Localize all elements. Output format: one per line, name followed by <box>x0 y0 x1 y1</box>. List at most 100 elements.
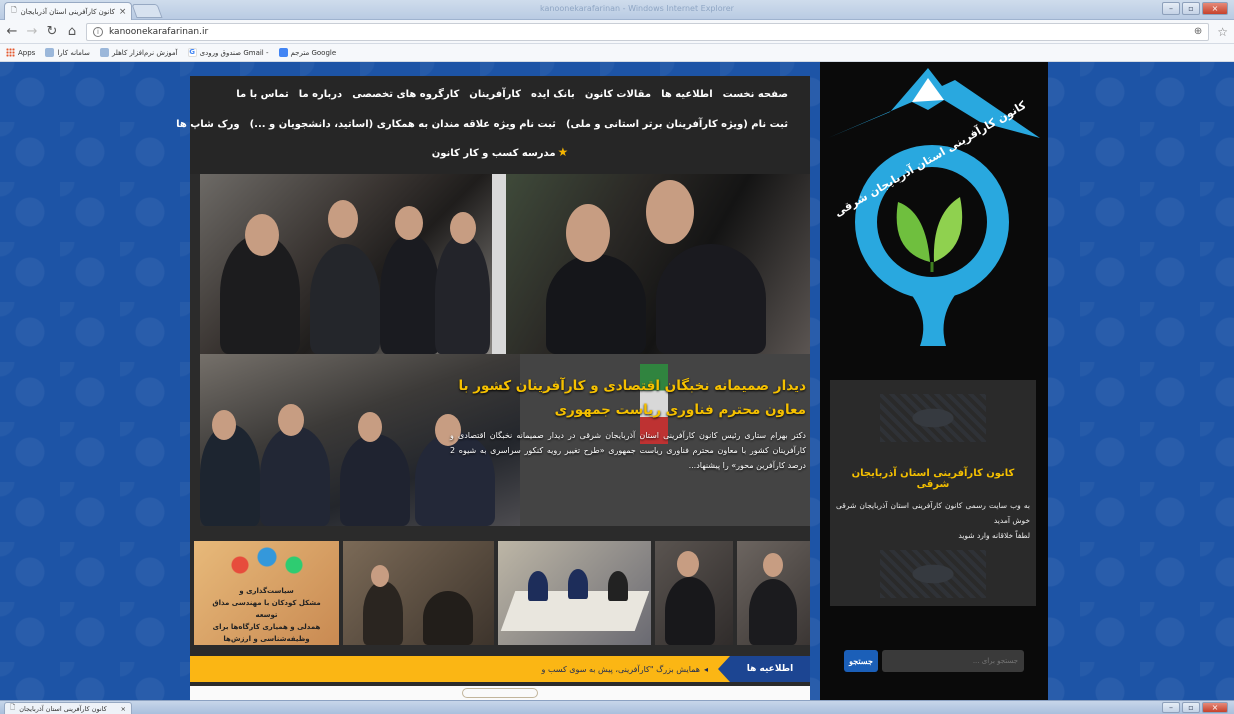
page-icon <box>45 48 55 57</box>
menu-item-announcements[interactable]: اطلاعیه ها <box>661 89 713 100</box>
close-tab-icon[interactable]: × <box>121 705 126 713</box>
menu-item-idea-bank[interactable]: بانک ایده <box>531 89 575 100</box>
poster-graphic <box>222 545 312 585</box>
window-title: kanoonekarafarinan - Windows Internet Ex… <box>540 4 734 13</box>
new-tab-button[interactable] <box>131 4 163 18</box>
menu-item-articles[interactable]: مقالات کانون <box>585 89 651 100</box>
info-icon[interactable]: i <box>93 26 103 37</box>
maximize-button[interactable]: ▫ <box>1182 2 1200 15</box>
bookmark-item[interactable]: آموزش نرم‌افزار کاهلر <box>99 48 178 57</box>
welcome-box: کانون کارآفرینی استان آذربایجان شرقی به … <box>830 380 1036 606</box>
google-icon: G <box>187 48 197 57</box>
page-icon <box>99 48 109 57</box>
ornament-tile-bottom <box>880 550 986 598</box>
welcome-text: به وب سایت رسمی کانون کارآفرینی استان آذ… <box>836 501 1030 525</box>
poster-line: همدلی و همیاری کارگاه‌ها برای وظیفه‌شناس… <box>212 623 321 643</box>
news-label: اطلاعیه ها <box>718 656 810 682</box>
menu-row-3: ★مدرسه کسب و کار کانون <box>212 140 788 164</box>
menu-item-register-entrepreneurs[interactable]: ثبت نام (ویژه کارآفرینان برتر استانی و م… <box>566 119 788 130</box>
hero-body: دکتر بهرام ستاری رئیس کانون کارآفرینی اس… <box>450 431 806 470</box>
window-controls: – ▫ × <box>1162 2 1228 15</box>
menu-row-1: صفحه نخست اطلاعیه ها مقالات کانون بانک ا… <box>212 82 788 106</box>
page-icon: 🗋 <box>11 6 17 14</box>
taskbar-window-controls: – ▫ × <box>1162 702 1228 713</box>
menu-item-business-school[interactable]: ★مدرسه کسب و کار کانون <box>432 145 569 159</box>
browser-tab[interactable]: 🗋 کانون کارآفرینی استان آذربایجان × <box>4 2 132 20</box>
menu-item-workshops[interactable]: ورک شاپ ها <box>176 119 240 130</box>
bookmark-item[interactable]: سامانه کارا <box>45 48 90 57</box>
bookmark-label: صندوق ورودی Gmail - <box>199 48 269 57</box>
maximize-button[interactable]: ▫ <box>1182 702 1200 713</box>
thumbnail-meeting[interactable] <box>343 541 495 645</box>
apps-grid-icon <box>6 48 15 57</box>
menu-item-contact[interactable]: تماس با ما <box>236 89 288 100</box>
close-tab-icon[interactable]: × <box>119 7 127 17</box>
news-ticker-item[interactable]: ◂ همایش بزرگ "کارآفرینی، پیش به سوی کسب … <box>542 656 730 682</box>
thumbnail-meeting[interactable] <box>655 541 733 645</box>
page-background: صفحه نخست اطلاعیه ها مقالات کانون بانک ا… <box>0 62 1234 700</box>
news-ticker: اطلاعیه ها ◂ همایش بزرگ "کارآفرینی، پیش … <box>190 656 810 682</box>
meeting-photo <box>200 174 492 354</box>
search-input[interactable] <box>882 650 1024 672</box>
meeting-photo <box>506 174 810 354</box>
bookmark-item[interactable]: مترجم Google <box>278 48 337 57</box>
close-window-button[interactable]: × <box>1202 702 1228 713</box>
minimize-button[interactable]: – <box>1162 702 1180 713</box>
main-column: صفحه نخست اطلاعیه ها مقالات کانون بانک ا… <box>176 76 811 700</box>
menu-item-home[interactable]: صفحه نخست <box>723 89 788 100</box>
browser-toolbar: ← → ↻ ⌂ i kanoonekarafarinan.ir ⊕ ☆ <box>0 20 1234 44</box>
menu-item-label: مدرسه کسب و کار کانون <box>431 148 556 159</box>
menu-row-2: ثبت نام (ویژه کارآفرینان برتر استانی و م… <box>176 112 788 136</box>
bookmark-label: مترجم Google <box>290 48 337 57</box>
taskbar-tab-title: کانون کارآفرینی استان آذربایجان <box>19 704 107 713</box>
hero-slider[interactable]: دیدار صمیمانه نخبگان اقتصادی و کارآفرینا… <box>200 174 810 526</box>
search-form: جستجو <box>844 650 1024 672</box>
browser-titlebar: 🗋 کانون کارآفرینی استان آذربایجان × kano… <box>0 0 1234 20</box>
thumbnail-meeting[interactable] <box>498 541 652 645</box>
poster-text: سیاست‌گذاری و مشکل کودکان با مهندسی مذاق… <box>204 585 329 643</box>
bookmark-star-icon[interactable]: ☆ <box>1217 25 1228 39</box>
slider-thumbnails: سیاست‌گذاری و مشکل کودکان با مهندسی مذاق… <box>194 541 811 645</box>
menu-item-entrepreneurs[interactable]: کارآفرینان <box>469 89 521 100</box>
bookmark-label: سامانه کارا <box>57 48 90 57</box>
forward-icon[interactable]: → <box>26 24 38 39</box>
star-icon: ★ <box>557 145 569 159</box>
search-button[interactable]: جستجو <box>844 650 878 672</box>
back-icon[interactable]: ← <box>6 24 18 39</box>
bookmark-apps[interactable]: Apps <box>6 48 35 57</box>
menu-item-about[interactable]: درباره ما <box>299 89 343 100</box>
menu-item-workgroups[interactable]: کارگروه های تخصصی <box>352 89 459 100</box>
poster-line: سیاست‌گذاری و <box>239 587 294 595</box>
taskbar: 🗋 کانون کارآفرینی استان آذربایجان × – ▫ … <box>0 700 1234 714</box>
site-logo[interactable]: کانون کارآفرینی استان آذربایجان شرقی <box>820 62 1048 362</box>
thumbnail-poster[interactable]: سیاست‌گذاری و مشکل کودکان با مهندسی مذاق… <box>194 541 340 645</box>
sidebar: کانون کارآفرینی استان آذربایجان شرقی کان… <box>820 62 1048 700</box>
translate-icon <box>278 48 288 57</box>
minimize-button[interactable]: – <box>1162 2 1180 15</box>
thumbnail-meeting[interactable] <box>736 541 811 645</box>
url-text: kanoonekarafarinan.ir <box>109 26 209 37</box>
hero-caption: دیدار صمیمانه نخبگان اقتصادی و کارآفرینا… <box>450 374 806 473</box>
photo-divider <box>492 174 506 354</box>
welcome-subtext: لطفاً خلاقانه وارد شوید <box>958 531 1030 540</box>
main-menu: صفحه نخست اطلاعیه ها مقالات کانون بانک ا… <box>176 76 810 174</box>
address-bar[interactable]: i kanoonekarafarinan.ir ⊕ <box>86 22 1210 41</box>
zoom-icon[interactable]: ⊕ <box>1194 26 1202 37</box>
bullet-icon: ◂ <box>703 664 708 674</box>
bookmark-label: آموزش نرم‌افزار کاهلر <box>111 48 178 57</box>
poster-line: مشکل کودکان با مهندسی مذاق توسعه <box>212 599 321 619</box>
welcome-title: کانون کارآفرینی استان آذربایجان شرقی <box>851 468 1015 490</box>
reload-icon[interactable]: ↻ <box>46 24 58 39</box>
tab-title: کانون کارآفرینی استان آذربایجان <box>20 7 115 16</box>
ornament-tile-top <box>880 394 986 442</box>
bookmarks-bar: Apps سامانه کارا آموزش نرم‌افزار کاهلر G… <box>0 44 1234 62</box>
hero-title[interactable]: دیدار صمیمانه نخبگان اقتصادی و کارآفرینا… <box>450 374 806 422</box>
home-icon[interactable]: ⌂ <box>66 24 78 39</box>
bookmark-item[interactable]: G صندوق ورودی Gmail - <box>187 48 269 57</box>
bookmark-label: Apps <box>18 48 36 57</box>
ornament-divider <box>462 688 538 698</box>
news-ticker-text: همایش بزرگ "کارآفرینی، پیش به سوی کسب و <box>541 664 700 674</box>
taskbar-tab[interactable]: 🗋 کانون کارآفرینی استان آذربایجان × <box>4 702 132 714</box>
close-window-button[interactable]: × <box>1202 2 1228 15</box>
menu-item-register-collaborators[interactable]: ثبت نام ویژه علاقه مندان به همکاری (اسات… <box>250 119 556 130</box>
